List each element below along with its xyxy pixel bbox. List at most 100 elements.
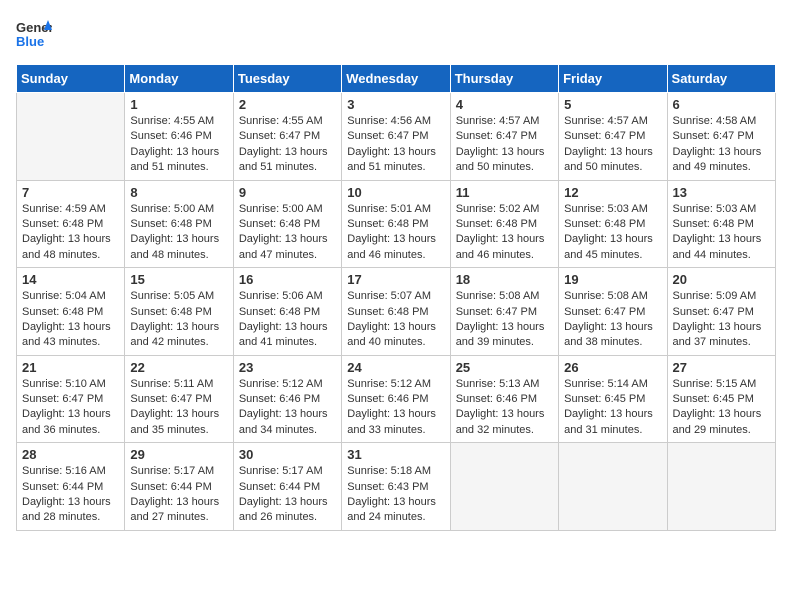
day-detail: Sunrise: 4:59 AM Sunset: 6:48 PM Dayligh… (22, 202, 119, 264)
calendar-cell: 28 Sunrise: 5:16 AM Sunset: 6:44 PM Dayli… (17, 443, 125, 531)
day-detail: Sunrise: 4:56 AM Sunset: 6:47 PM Dayligh… (347, 114, 444, 176)
day-number: 18 (456, 272, 553, 287)
day-detail: Sunrise: 5:13 AM Sunset: 6:46 PM Dayligh… (456, 377, 553, 439)
calendar-cell: 31 Sunrise: 5:18 AM Sunset: 6:43 PM Dayli… (342, 443, 450, 531)
day-number: 20 (673, 272, 770, 287)
day-number: 7 (22, 185, 119, 200)
day-detail: Sunrise: 5:08 AM Sunset: 6:47 PM Dayligh… (456, 289, 553, 351)
day-detail: Sunrise: 5:03 AM Sunset: 6:48 PM Dayligh… (673, 202, 770, 264)
calendar-cell: 15 Sunrise: 5:05 AM Sunset: 6:48 PM Dayli… (125, 268, 233, 356)
weekday-header-saturday: Saturday (667, 65, 775, 93)
day-detail: Sunrise: 5:10 AM Sunset: 6:47 PM Dayligh… (22, 377, 119, 439)
svg-text:Blue: Blue (16, 34, 44, 49)
day-number: 25 (456, 360, 553, 375)
header: General Blue (16, 16, 776, 52)
day-detail: Sunrise: 5:06 AM Sunset: 6:48 PM Dayligh… (239, 289, 336, 351)
day-number: 12 (564, 185, 661, 200)
weekday-header-friday: Friday (559, 65, 667, 93)
day-number: 31 (347, 447, 444, 462)
day-detail: Sunrise: 5:00 AM Sunset: 6:48 PM Dayligh… (130, 202, 227, 264)
day-number: 24 (347, 360, 444, 375)
weekday-header-row: SundayMondayTuesdayWednesdayThursdayFrid… (17, 65, 776, 93)
day-detail: Sunrise: 5:17 AM Sunset: 6:44 PM Dayligh… (239, 464, 336, 526)
calendar-cell: 6 Sunrise: 4:58 AM Sunset: 6:47 PM Daylig… (667, 93, 775, 181)
weekday-header-thursday: Thursday (450, 65, 558, 93)
day-number: 16 (239, 272, 336, 287)
day-number: 2 (239, 97, 336, 112)
day-detail: Sunrise: 5:09 AM Sunset: 6:47 PM Dayligh… (673, 289, 770, 351)
day-detail: Sunrise: 5:15 AM Sunset: 6:45 PM Dayligh… (673, 377, 770, 439)
calendar-cell (450, 443, 558, 531)
calendar-cell: 13Sunrise: 5:03 AM Sunset: 6:48 PM Dayli… (667, 180, 775, 268)
day-number: 30 (239, 447, 336, 462)
day-detail: Sunrise: 5:05 AM Sunset: 6:48 PM Dayligh… (130, 289, 227, 351)
calendar-cell: 17Sunrise: 5:07 AM Sunset: 6:48 PM Dayli… (342, 268, 450, 356)
day-number: 11 (456, 185, 553, 200)
weekday-header-sunday: Sunday (17, 65, 125, 93)
calendar-week-row: 1Sunrise: 4:55 AM Sunset: 6:46 PM Daylig… (17, 93, 776, 181)
day-number: 3 (347, 97, 444, 112)
day-detail: Sunrise: 5:12 AM Sunset: 6:46 PM Dayligh… (347, 377, 444, 439)
day-number: 6 (673, 97, 770, 112)
day-detail: Sunrise: 5:17 AM Sunset: 6:44 PM Dayligh… (130, 464, 227, 526)
day-detail: Sunrise: 4:55 AM Sunset: 6:46 PM Dayligh… (130, 114, 227, 176)
calendar-cell: 11 Sunrise: 5:02 AM Sunset: 6:48 PM Dayli… (450, 180, 558, 268)
day-number: 9 (239, 185, 336, 200)
calendar-cell: 20 Sunrise: 5:09 AM Sunset: 6:47 PM Dayli… (667, 268, 775, 356)
day-detail: Sunrise: 5:04 AM Sunset: 6:48 PM Dayligh… (22, 289, 119, 351)
day-detail: Sunrise: 5:11 AM Sunset: 6:47 PM Dayligh… (130, 377, 227, 439)
calendar-cell: 14Sunrise: 5:04 AM Sunset: 6:48 PM Dayli… (17, 268, 125, 356)
day-detail: Sunrise: 5:12 AM Sunset: 6:46 PM Dayligh… (239, 377, 336, 439)
calendar-week-row: 14Sunrise: 5:04 AM Sunset: 6:48 PM Dayli… (17, 268, 776, 356)
day-number: 26 (564, 360, 661, 375)
day-number: 23 (239, 360, 336, 375)
calendar-cell: 9 Sunrise: 5:00 AM Sunset: 6:48 PM Daylig… (233, 180, 341, 268)
day-detail: Sunrise: 4:57 AM Sunset: 6:47 PM Dayligh… (564, 114, 661, 176)
calendar-cell: 22 Sunrise: 5:11 AM Sunset: 6:47 PM Dayli… (125, 355, 233, 443)
calendar-cell: 25 Sunrise: 5:13 AM Sunset: 6:46 PM Dayli… (450, 355, 558, 443)
calendar-cell: 23 Sunrise: 5:12 AM Sunset: 6:46 PM Dayli… (233, 355, 341, 443)
day-detail: Sunrise: 5:03 AM Sunset: 6:48 PM Dayligh… (564, 202, 661, 264)
day-detail: Sunrise: 5:18 AM Sunset: 6:43 PM Dayligh… (347, 464, 444, 526)
day-number: 19 (564, 272, 661, 287)
calendar-cell: 19 Sunrise: 5:08 AM Sunset: 6:47 PM Dayli… (559, 268, 667, 356)
calendar-week-row: 21 Sunrise: 5:10 AM Sunset: 6:47 PM Dayli… (17, 355, 776, 443)
day-detail: Sunrise: 5:14 AM Sunset: 6:45 PM Dayligh… (564, 377, 661, 439)
day-number: 27 (673, 360, 770, 375)
day-number: 22 (130, 360, 227, 375)
day-number: 15 (130, 272, 227, 287)
day-detail: Sunrise: 4:57 AM Sunset: 6:47 PM Dayligh… (456, 114, 553, 176)
logo: General Blue (16, 16, 52, 52)
day-number: 21 (22, 360, 119, 375)
day-number: 29 (130, 447, 227, 462)
calendar-cell: 30 Sunrise: 5:17 AM Sunset: 6:44 PM Dayli… (233, 443, 341, 531)
day-detail: Sunrise: 5:01 AM Sunset: 6:48 PM Dayligh… (347, 202, 444, 264)
calendar-cell: 18 Sunrise: 5:08 AM Sunset: 6:47 PM Dayli… (450, 268, 558, 356)
calendar-cell: 4 Sunrise: 4:57 AM Sunset: 6:47 PM Daylig… (450, 93, 558, 181)
calendar-cell: 7 Sunrise: 4:59 AM Sunset: 6:48 PM Daylig… (17, 180, 125, 268)
calendar-week-row: 28 Sunrise: 5:16 AM Sunset: 6:44 PM Dayli… (17, 443, 776, 531)
calendar-cell: 12 Sunrise: 5:03 AM Sunset: 6:48 PM Dayli… (559, 180, 667, 268)
day-number: 4 (456, 97, 553, 112)
weekday-header-tuesday: Tuesday (233, 65, 341, 93)
calendar-cell: 26 Sunrise: 5:14 AM Sunset: 6:45 PM Dayli… (559, 355, 667, 443)
calendar-cell: 10 Sunrise: 5:01 AM Sunset: 6:48 PM Dayli… (342, 180, 450, 268)
day-detail: Sunrise: 5:00 AM Sunset: 6:48 PM Dayligh… (239, 202, 336, 264)
calendar-cell: 2Sunrise: 4:55 AM Sunset: 6:47 PM Daylig… (233, 93, 341, 181)
day-detail: Sunrise: 5:08 AM Sunset: 6:47 PM Dayligh… (564, 289, 661, 351)
day-detail: Sunrise: 5:16 AM Sunset: 6:44 PM Dayligh… (22, 464, 119, 526)
calendar-cell: 29 Sunrise: 5:17 AM Sunset: 6:44 PM Dayli… (125, 443, 233, 531)
day-number: 8 (130, 185, 227, 200)
day-number: 28 (22, 447, 119, 462)
day-number: 10 (347, 185, 444, 200)
calendar-cell: 27 Sunrise: 5:15 AM Sunset: 6:45 PM Dayli… (667, 355, 775, 443)
weekday-header-monday: Monday (125, 65, 233, 93)
calendar-cell: 24 Sunrise: 5:12 AM Sunset: 6:46 PM Dayli… (342, 355, 450, 443)
weekday-header-wednesday: Wednesday (342, 65, 450, 93)
calendar-cell: 16 Sunrise: 5:06 AM Sunset: 6:48 PM Dayli… (233, 268, 341, 356)
calendar-cell: 3 Sunrise: 4:56 AM Sunset: 6:47 PM Daylig… (342, 93, 450, 181)
day-detail: Sunrise: 4:58 AM Sunset: 6:47 PM Dayligh… (673, 114, 770, 176)
calendar-cell: 1Sunrise: 4:55 AM Sunset: 6:46 PM Daylig… (125, 93, 233, 181)
day-detail: Sunrise: 5:02 AM Sunset: 6:48 PM Dayligh… (456, 202, 553, 264)
day-number: 5 (564, 97, 661, 112)
